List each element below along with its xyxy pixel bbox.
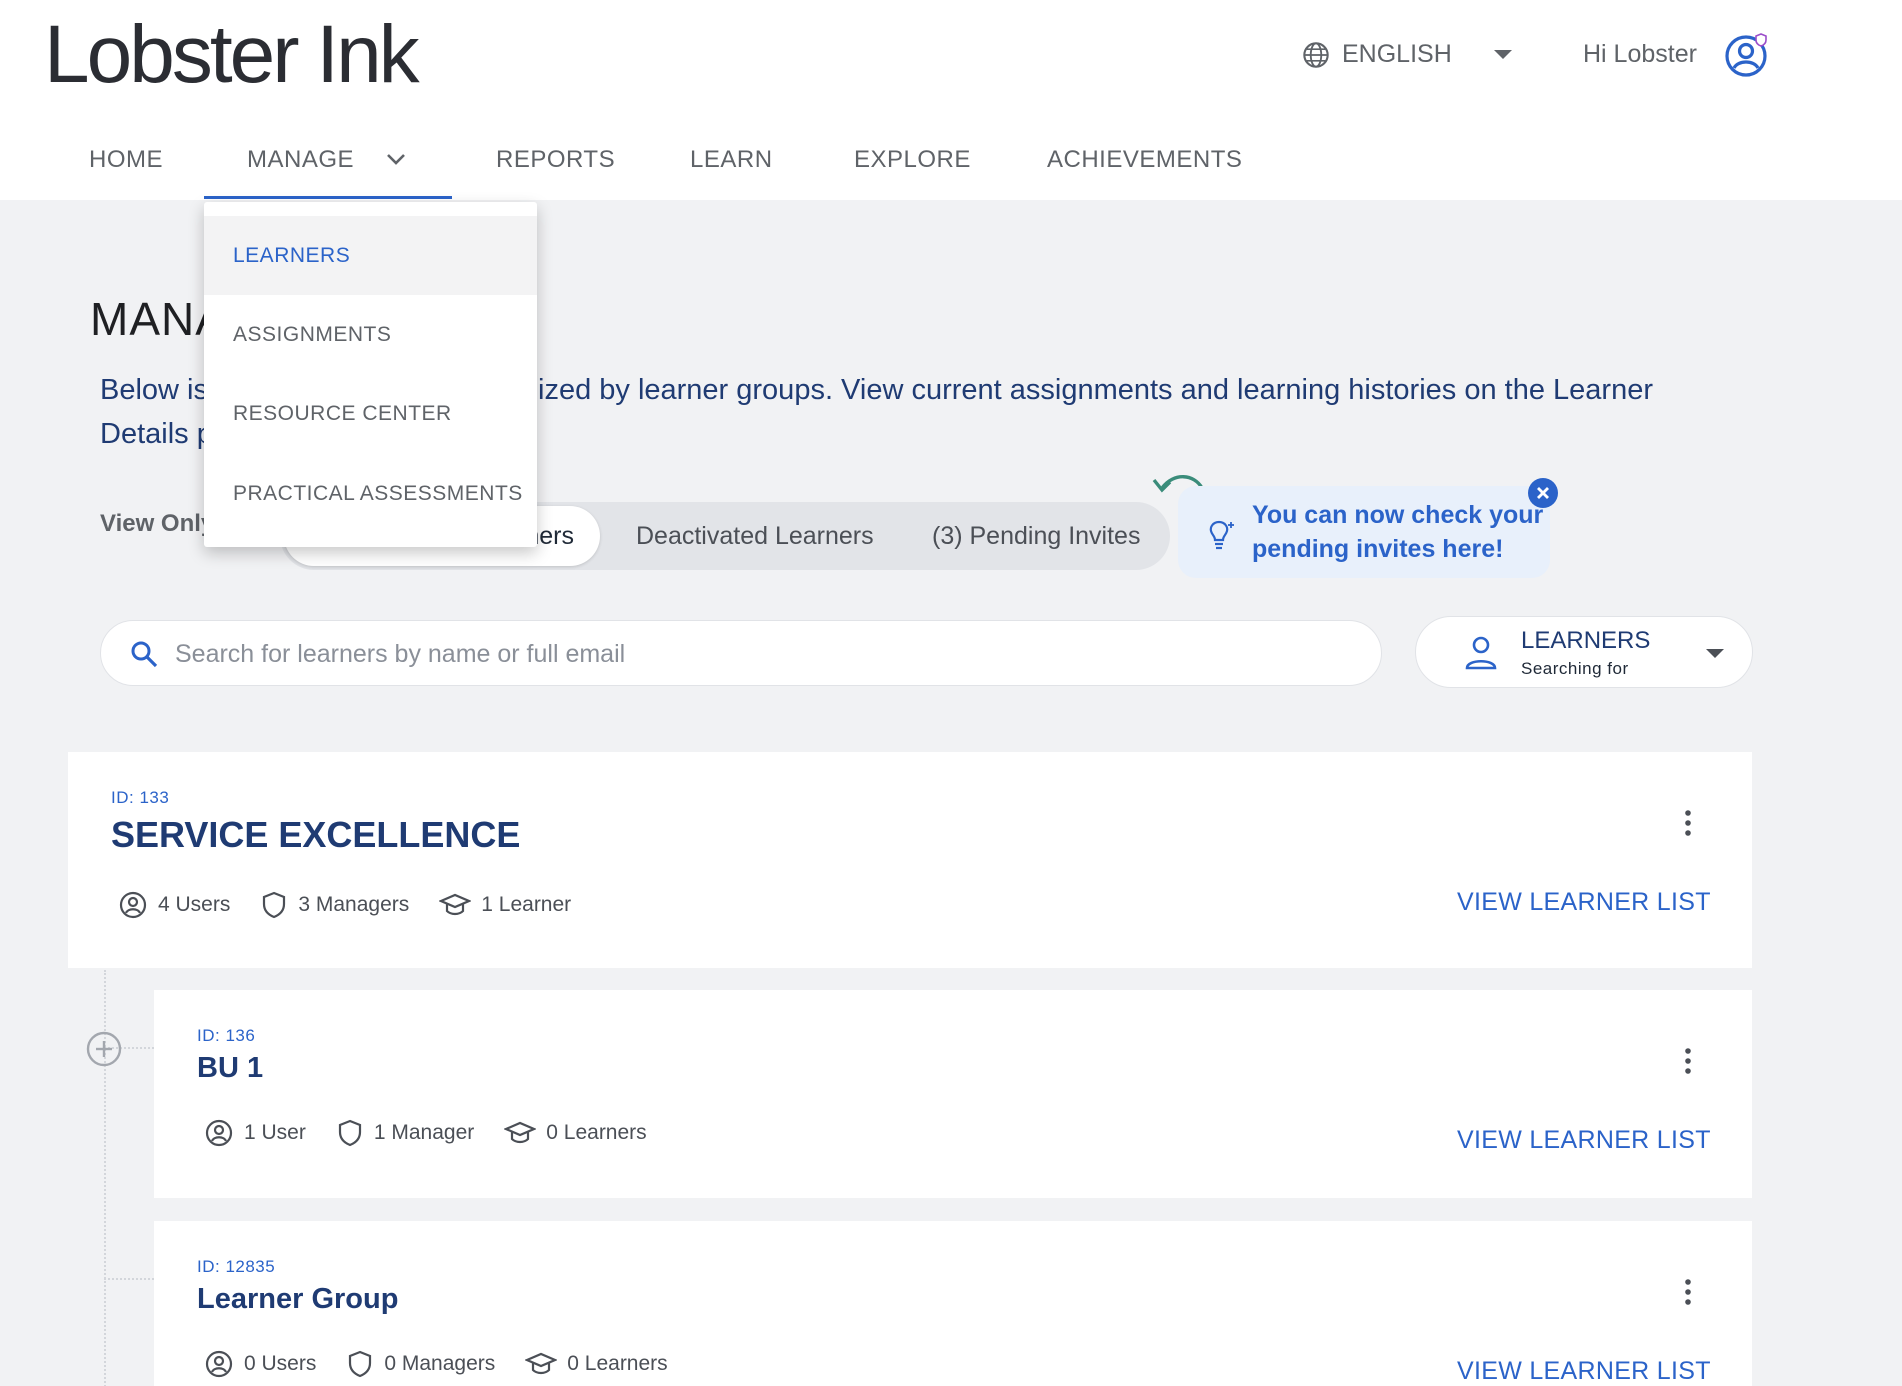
managers-stat: 3 Managers	[260, 890, 409, 920]
graduation-cap-icon	[439, 893, 472, 916]
nav-explore[interactable]: EXPLORE	[854, 146, 971, 174]
group-stats: 0 Users 0 Managers 0 Learners	[204, 1349, 698, 1379]
managers-count: 0 Managers	[384, 1352, 496, 1375]
nav-home[interactable]: HOME	[89, 146, 163, 174]
greeting: Hi Lobster	[1583, 40, 1697, 68]
caret-down-icon	[1493, 50, 1512, 59]
language-selector[interactable]: ENGLISH	[1302, 40, 1512, 69]
users-stat: 4 Users	[118, 890, 230, 920]
graduation-cap-icon	[525, 1352, 558, 1375]
menu-item-learners[interactable]: LEARNERS	[204, 216, 537, 295]
users-stat: 1 User	[204, 1118, 306, 1148]
group-card: ID: 136 BU 1 1 User 1 Manager 0 Learners…	[154, 990, 1752, 1198]
user-circle-icon	[205, 1119, 233, 1147]
hint-line-1: You can now check your	[1252, 501, 1544, 529]
menu-item-assignments[interactable]: ASSIGNMENTS	[204, 295, 537, 374]
users-count: 0 Users	[244, 1352, 317, 1375]
description-line-1-end: ized by learner groups. View current ass…	[538, 374, 1653, 406]
learners-count: 0 Learners	[546, 1121, 647, 1144]
users-stat: 0 Users	[204, 1349, 316, 1379]
person-icon	[1465, 636, 1497, 670]
menu-item-practical-assessments[interactable]: PRACTICAL ASSESSMENTS	[204, 454, 537, 533]
view-learner-list-link[interactable]: VIEW LEARNER LIST	[1457, 888, 1711, 917]
more-options-icon[interactable]	[1683, 808, 1693, 838]
close-icon[interactable]	[1528, 478, 1558, 508]
globe-icon	[1303, 41, 1329, 68]
shield-icon	[263, 891, 286, 919]
chevron-down-icon[interactable]	[386, 152, 406, 166]
user-circle-icon	[119, 891, 147, 919]
caret-down-icon	[1706, 649, 1724, 658]
active-nav-indicator	[204, 196, 452, 199]
group-id: ID: 12835	[197, 1257, 276, 1276]
search-input[interactable]	[175, 631, 1355, 677]
search-scope-caption: Searching for	[1521, 659, 1629, 678]
language-label: ENGLISH	[1342, 40, 1452, 68]
learners-stat: 0 Learners	[525, 1349, 668, 1379]
tree-connector	[104, 1278, 154, 1280]
nav-learn[interactable]: LEARN	[690, 146, 773, 174]
search-scope-select[interactable]: LEARNERS Searching for	[1415, 616, 1753, 688]
shield-icon	[338, 1119, 361, 1147]
group-name[interactable]: BU 1	[197, 1052, 263, 1085]
managers-stat: 0 Managers	[346, 1349, 495, 1379]
hint-text: You can now check your pending invites h…	[1252, 498, 1543, 566]
view-only-label: View Only	[100, 510, 215, 537]
group-stats: 1 User 1 Manager 0 Learners	[204, 1118, 677, 1148]
graduation-cap-icon	[504, 1121, 537, 1144]
logo[interactable]: Lobster Ink	[44, 14, 420, 96]
lightbulb-icon	[1209, 520, 1234, 550]
users-count: 4 Users	[158, 893, 231, 916]
user-avatar-icon[interactable]	[1723, 30, 1771, 78]
nav-manage[interactable]: MANAGE	[247, 146, 354, 174]
more-options-icon[interactable]	[1683, 1046, 1693, 1076]
main-nav: HOME MANAGE REPORTS LEARN EXPLORE ACHIEV…	[0, 130, 1400, 200]
search-scope-value: LEARNERS	[1521, 627, 1651, 654]
group-card: ID: 133 SERVICE EXCELLENCE 4 Users 3 Man…	[68, 752, 1752, 968]
group-id: ID: 133	[111, 788, 170, 807]
view-learner-list-link[interactable]: VIEW LEARNER LIST	[1457, 1357, 1711, 1386]
managers-count: 1 Manager	[373, 1121, 475, 1144]
toggle-pending-invites[interactable]: (3) Pending Invites	[932, 502, 1140, 570]
menu-item-label: LEARNERS	[233, 244, 351, 267]
managers-stat: 1 Manager	[336, 1118, 474, 1148]
learners-count: 0 Learners	[567, 1352, 668, 1375]
menu-item-label: ASSIGNMENTS	[233, 323, 392, 346]
group-name[interactable]: Learner Group	[197, 1283, 398, 1316]
top-header: Lobster Ink ENGLISH Hi Lobster HOME MANA…	[0, 0, 1902, 200]
view-learner-list-link[interactable]: VIEW LEARNER LIST	[1457, 1126, 1711, 1155]
manage-dropdown-menu: LEARNERS ASSIGNMENTS RESOURCE CENTER PRA…	[204, 202, 537, 547]
menu-item-label: RESOURCE CENTER	[233, 402, 452, 425]
group-card: ID: 12835 Learner Group 0 Users 0 Manage…	[154, 1221, 1752, 1386]
menu-item-label: PRACTICAL ASSESSMENTS	[233, 482, 523, 505]
managers-count: 3 Managers	[298, 893, 410, 916]
expand-plus-icon[interactable]	[85, 1030, 123, 1068]
group-name[interactable]: SERVICE EXCELLENCE	[111, 814, 520, 856]
users-count: 1 User	[244, 1121, 306, 1144]
learner-search-box	[100, 620, 1382, 686]
learners-stat: 1 Learner	[439, 890, 571, 920]
nav-achievements[interactable]: ACHIEVEMENTS	[1047, 146, 1242, 174]
group-id: ID: 136	[197, 1026, 256, 1045]
more-options-icon[interactable]	[1683, 1277, 1693, 1307]
learners-count: 1 Learner	[481, 893, 572, 916]
group-stats: 4 Users 3 Managers 1 Learner	[118, 890, 601, 920]
user-circle-icon	[205, 1350, 233, 1378]
shield-icon	[349, 1350, 372, 1378]
nav-reports[interactable]: REPORTS	[496, 146, 615, 174]
hint-line-2: pending invites here!	[1252, 535, 1504, 563]
menu-item-resource-center[interactable]: RESOURCE CENTER	[204, 374, 537, 453]
description-line-1-start: Below is	[100, 374, 208, 406]
search-icon	[131, 641, 158, 668]
learners-stat: 0 Learners	[504, 1118, 647, 1148]
toggle-deactivated-learners[interactable]: Deactivated Learners	[636, 502, 874, 570]
pending-invites-hint: You can now check your pending invites h…	[1178, 486, 1550, 578]
